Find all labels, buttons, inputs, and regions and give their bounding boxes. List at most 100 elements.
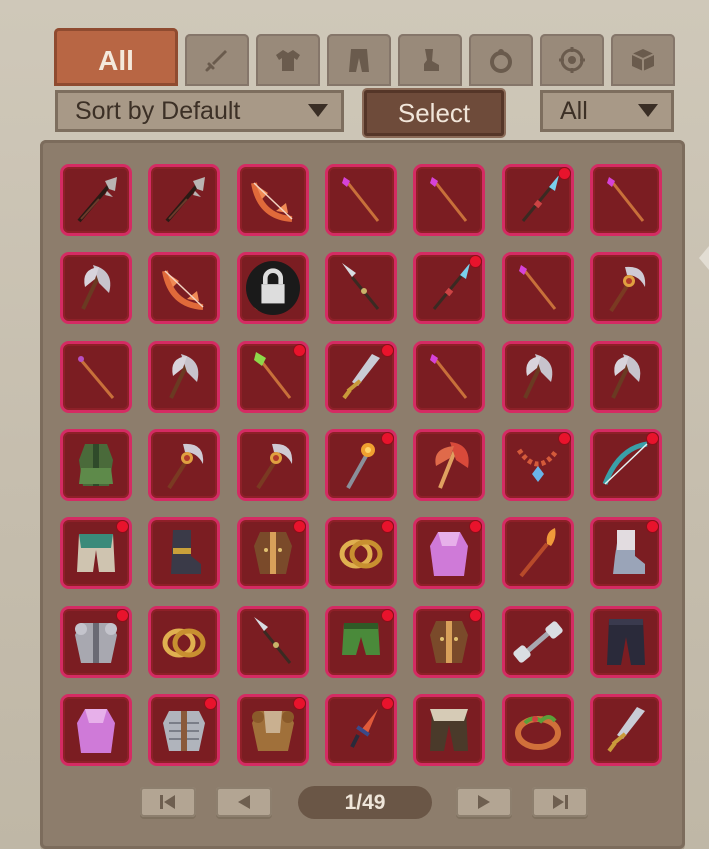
- inventory-slot[interactable]: [148, 341, 220, 413]
- inventory-slot[interactable]: [60, 606, 132, 678]
- new-item-dot: [647, 521, 658, 532]
- inventory-slot[interactable]: [502, 429, 574, 501]
- inventory-slot[interactable]: [237, 164, 309, 236]
- inventory-grid: [60, 164, 668, 768]
- inventory-slot[interactable]: [413, 429, 485, 501]
- inventory-slot[interactable]: [237, 606, 309, 678]
- inventory-slot[interactable]: [60, 429, 132, 501]
- tab-all[interactable]: All: [54, 28, 178, 86]
- inventory-slot[interactable]: [590, 252, 662, 324]
- chevron-down-icon: [308, 104, 328, 117]
- inventory-slot[interactable]: [413, 517, 485, 589]
- new-item-dot: [382, 345, 393, 356]
- filter-dropdown[interactable]: All: [540, 90, 674, 132]
- prev-page-button[interactable]: [216, 787, 272, 817]
- inventory-slot[interactable]: [413, 164, 485, 236]
- first-page-button[interactable]: [140, 787, 196, 817]
- new-item-dot: [647, 433, 658, 444]
- inventory-slot[interactable]: [590, 164, 662, 236]
- inventory-slot[interactable]: [502, 252, 574, 324]
- staff-pink-icon: [342, 177, 380, 222]
- dagger-red-icon: [350, 709, 378, 748]
- inventory-slot[interactable]: [502, 517, 574, 589]
- side-drawer-handle[interactable]: [699, 246, 709, 270]
- pants-dark-icon: [607, 619, 645, 665]
- inventory-slot[interactable]: [502, 164, 574, 236]
- inventory-slot[interactable]: [237, 429, 309, 501]
- axe-red-icon: [435, 442, 469, 489]
- inventory-slot[interactable]: [60, 341, 132, 413]
- inventory-slot[interactable]: [325, 606, 397, 678]
- tab-tops[interactable]: [256, 34, 320, 86]
- inventory-slot[interactable]: [413, 341, 485, 413]
- tab-misc[interactable]: [611, 34, 675, 86]
- tab-bottoms[interactable]: [327, 34, 391, 86]
- tab-rings[interactable]: [469, 34, 533, 86]
- new-item-dot: [470, 521, 481, 532]
- inventory-slot[interactable]: [60, 517, 132, 589]
- inventory-slot[interactable]: [237, 517, 309, 589]
- inventory-slot[interactable]: [148, 517, 220, 589]
- inventory-slot[interactable]: [413, 252, 485, 324]
- inventory-slot[interactable]: [590, 606, 662, 678]
- inventory-slot[interactable]: [413, 606, 485, 678]
- inventory-slot[interactable]: [502, 694, 574, 766]
- tab-shoes[interactable]: [398, 34, 462, 86]
- axe-icon: [169, 354, 199, 399]
- plate-armor-icon: [75, 623, 117, 663]
- pants-icon: [349, 49, 369, 72]
- bow-orange-icon: [162, 270, 204, 310]
- new-item-dot: [294, 698, 305, 709]
- inventory-slot[interactable]: [148, 252, 220, 324]
- inventory-slot[interactable]: [148, 606, 220, 678]
- spear-silver-icon: [254, 617, 292, 664]
- inventory-slot[interactable]: [60, 252, 132, 324]
- new-item-dot: [117, 521, 128, 532]
- inventory-slot[interactable]: [148, 164, 220, 236]
- rings-gold-icon: [339, 539, 383, 569]
- page-indicator: 1/49: [298, 786, 432, 819]
- inventory-slot[interactable]: [590, 341, 662, 413]
- inventory-slot[interactable]: [325, 252, 397, 324]
- next-page-button[interactable]: [456, 787, 512, 817]
- inventory-slot[interactable]: [60, 694, 132, 766]
- shortsword-icon: [342, 354, 380, 400]
- inventory-slot[interactable]: [237, 694, 309, 766]
- inventory-slot[interactable]: [325, 341, 397, 413]
- inventory-slot[interactable]: [325, 694, 397, 766]
- inventory-slot[interactable]: [590, 429, 662, 501]
- robe-purple-icon: [430, 532, 468, 576]
- amulet-icon: [559, 47, 585, 73]
- new-item-dot: [382, 610, 393, 621]
- inventory-slot[interactable]: [325, 517, 397, 589]
- inventory-slot[interactable]: [237, 252, 309, 324]
- last-page-button[interactable]: [532, 787, 588, 817]
- tab-amulets[interactable]: [540, 34, 604, 86]
- sword-icon: [205, 50, 227, 72]
- crescent-staff-icon: [609, 266, 646, 313]
- inventory-slot[interactable]: [325, 429, 397, 501]
- scepter-orange-icon: [346, 443, 375, 489]
- bow-teal-icon: [602, 441, 648, 485]
- inventory-slot[interactable]: [237, 341, 309, 413]
- tab-weapons[interactable]: [185, 34, 249, 86]
- inventory-slot[interactable]: [148, 694, 220, 766]
- inventory-slot[interactable]: [590, 517, 662, 589]
- inventory-slot[interactable]: [148, 429, 220, 501]
- ring-leaf-icon: [515, 715, 561, 750]
- coat-brown-icon: [430, 621, 468, 663]
- new-item-dot: [382, 433, 393, 444]
- inventory-slot[interactable]: [60, 164, 132, 236]
- spear-silver-icon: [342, 263, 380, 310]
- sort-dropdown[interactable]: Sort by Default: [55, 90, 344, 132]
- coat-brown-icon: [254, 532, 292, 574]
- inventory-slot[interactable]: [502, 606, 574, 678]
- inventory-slot[interactable]: [325, 164, 397, 236]
- spear-blue-icon: [521, 175, 559, 222]
- inventory-slot[interactable]: [502, 341, 574, 413]
- torch-staff-icon: [519, 528, 556, 578]
- shortsword-icon: [607, 707, 645, 753]
- inventory-slot[interactable]: [413, 694, 485, 766]
- select-button[interactable]: Select: [364, 90, 504, 136]
- inventory-slot[interactable]: [590, 694, 662, 766]
